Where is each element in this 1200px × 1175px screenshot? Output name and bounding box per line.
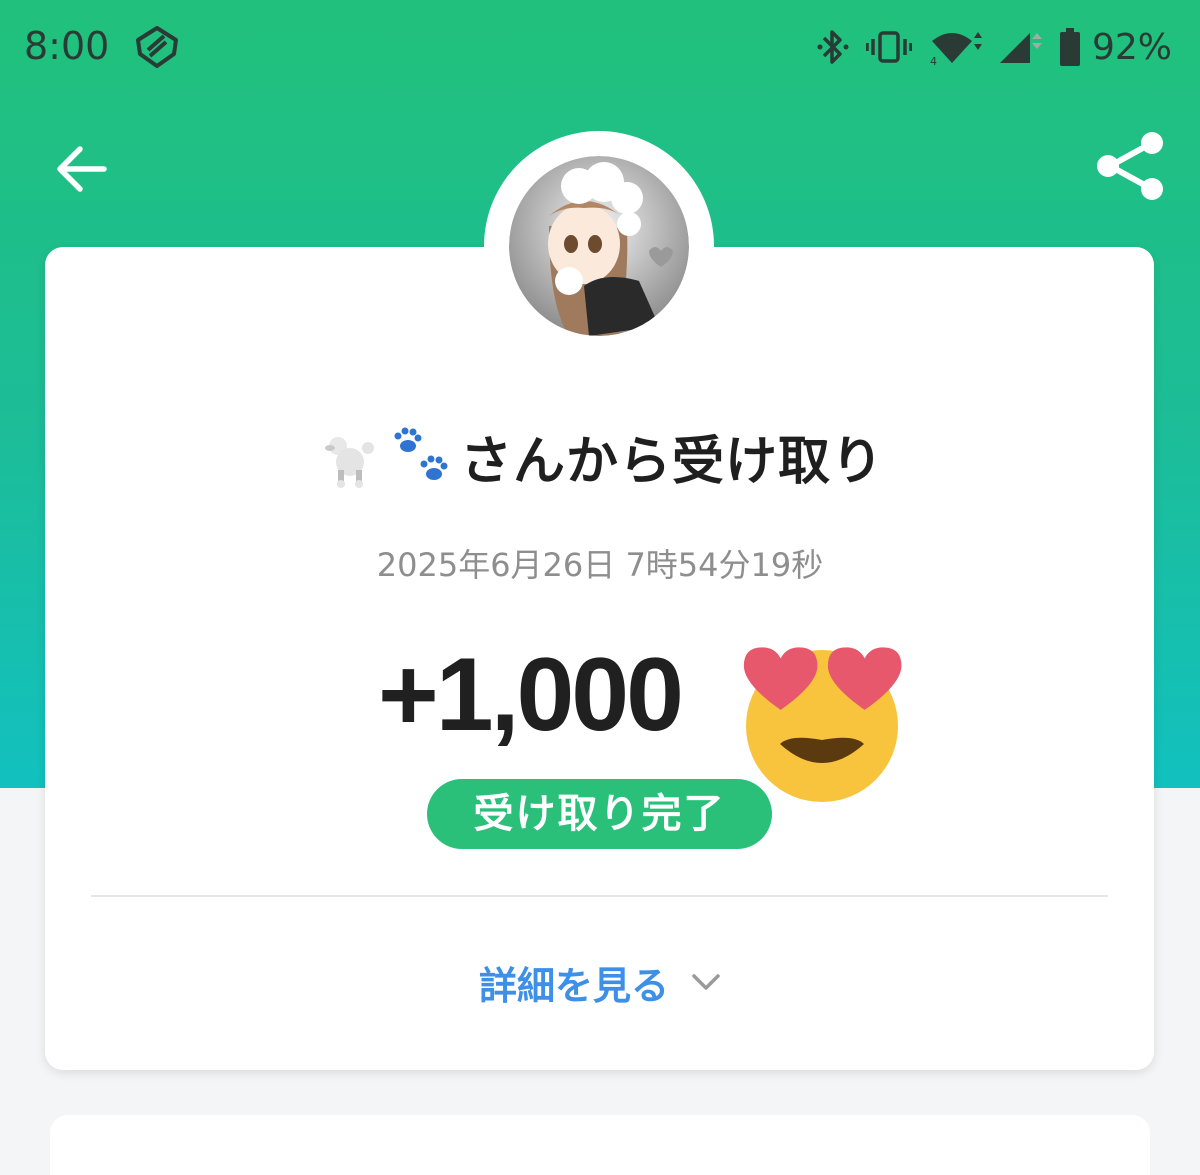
arrow-left-icon <box>57 146 107 192</box>
chevron-down-icon <box>692 974 720 990</box>
svg-text:4: 4 <box>930 55 937 67</box>
status-icons: 4 92% <box>816 24 1172 70</box>
details-link[interactable]: 詳細を見る <box>0 950 1200 1014</box>
sender-avatar[interactable] <box>509 156 689 336</box>
title-text: さんから受け取り <box>459 431 884 492</box>
status-badge: 受け取り完了 <box>427 779 772 849</box>
paw-prints-emoji <box>394 427 448 480</box>
transaction-title: さんから受け取り <box>0 418 1200 494</box>
details-label: 詳細を見る <box>478 963 669 1008</box>
back-button[interactable] <box>50 138 112 200</box>
wifi-icon: 4 <box>930 32 982 67</box>
poodle-emoji <box>324 437 374 488</box>
divider <box>91 895 1108 897</box>
vibrate-icon <box>865 31 912 63</box>
signal-icon <box>999 33 1042 63</box>
status-time: 8:00 <box>24 24 110 68</box>
battery-icon <box>1059 28 1080 66</box>
heart-eyes-emoji <box>743 647 902 802</box>
timestamp: 2025年6月26日 7時54分19秒 <box>376 546 824 584</box>
status-bar: 8:00 4 92% <box>0 0 1200 96</box>
bluetooth-icon <box>817 30 849 64</box>
amount: +1,000 <box>378 637 684 753</box>
mobile-app-icon <box>136 26 178 68</box>
share-button[interactable] <box>1092 128 1168 204</box>
next-card <box>50 1115 1150 1175</box>
share-icon <box>1097 132 1163 200</box>
battery-percentage: 92% <box>1091 26 1172 68</box>
